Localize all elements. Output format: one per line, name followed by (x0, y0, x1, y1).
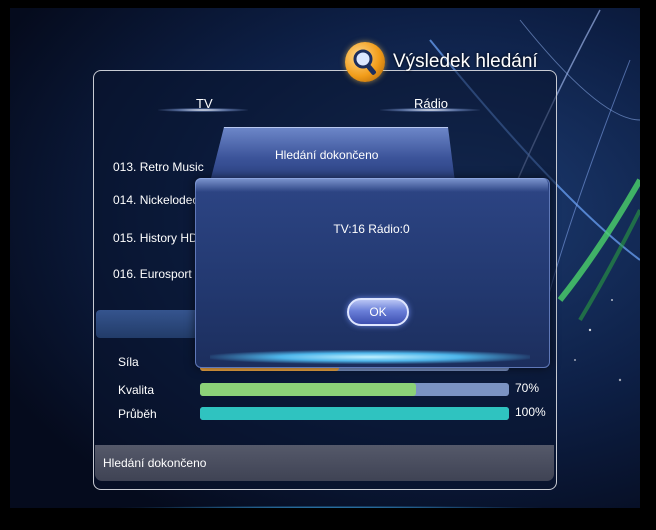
tab-tv-underline (158, 108, 248, 112)
progress-percent: 100% (515, 405, 546, 419)
channel-list-item[interactable]: 015. History HD (113, 231, 198, 245)
ok-button[interactable]: OK (347, 298, 409, 326)
signal-quality-bar (200, 383, 509, 396)
signal-strength-label: Síla (118, 355, 139, 369)
channel-list-item[interactable]: 016. Eurosport H (113, 267, 204, 281)
screen-border (0, 0, 656, 8)
search-complete-dialog (195, 178, 550, 368)
channel-list-item[interactable]: 013. Retro Music (113, 160, 204, 174)
signal-quality-fill (200, 383, 417, 396)
dialog-shine (195, 178, 548, 192)
signal-quality-label: Kvalita (118, 383, 155, 397)
tv-screen: Výsledek hledání TV Rádio 013. Retro Mus… (0, 0, 656, 530)
screen-border (0, 0, 10, 530)
progress-fill (200, 407, 509, 420)
panel-header: Výsledek hledání (345, 40, 538, 84)
dialog-bottom-glow (210, 350, 530, 364)
dialog-message: TV:16 Rádio:0 (333, 222, 410, 236)
screen-border (640, 0, 656, 530)
screen-border (0, 508, 656, 530)
progress-bar (200, 407, 509, 420)
channel-list-item[interactable]: 014. Nickelodeon (113, 193, 206, 207)
status-text: Hledání dokončeno (103, 456, 207, 470)
status-bar: Hledání dokončeno (95, 445, 554, 481)
search-magnifier-icon (345, 42, 385, 82)
signal-quality-percent: 70% (515, 381, 540, 395)
dialog-title: Hledání dokončeno (275, 148, 379, 162)
tab-radio-underline (380, 108, 480, 112)
progress-label: Průběh (118, 407, 157, 421)
page-title: Výsledek hledání (393, 51, 538, 72)
